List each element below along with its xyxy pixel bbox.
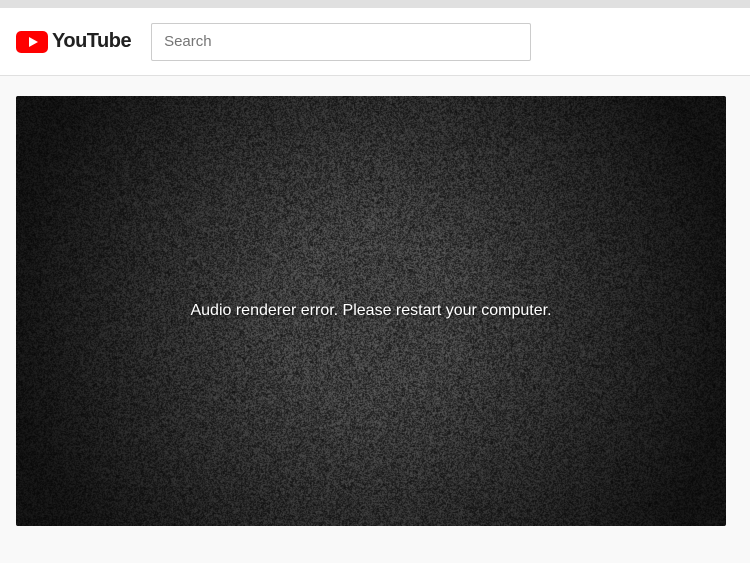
site-header: YouTube bbox=[0, 8, 750, 76]
search-input[interactable] bbox=[152, 25, 530, 58]
main-content: Audio renderer error. Please restart you… bbox=[0, 76, 750, 546]
browser-top-bar bbox=[0, 0, 750, 8]
youtube-logo[interactable]: YouTube bbox=[16, 30, 131, 53]
youtube-play-icon bbox=[16, 31, 48, 53]
audio-error-message: Audio renderer error. Please restart you… bbox=[190, 302, 551, 320]
search-bar[interactable] bbox=[151, 23, 531, 61]
youtube-logo-text: YouTube bbox=[52, 30, 131, 53]
video-player: Audio renderer error. Please restart you… bbox=[16, 96, 726, 526]
